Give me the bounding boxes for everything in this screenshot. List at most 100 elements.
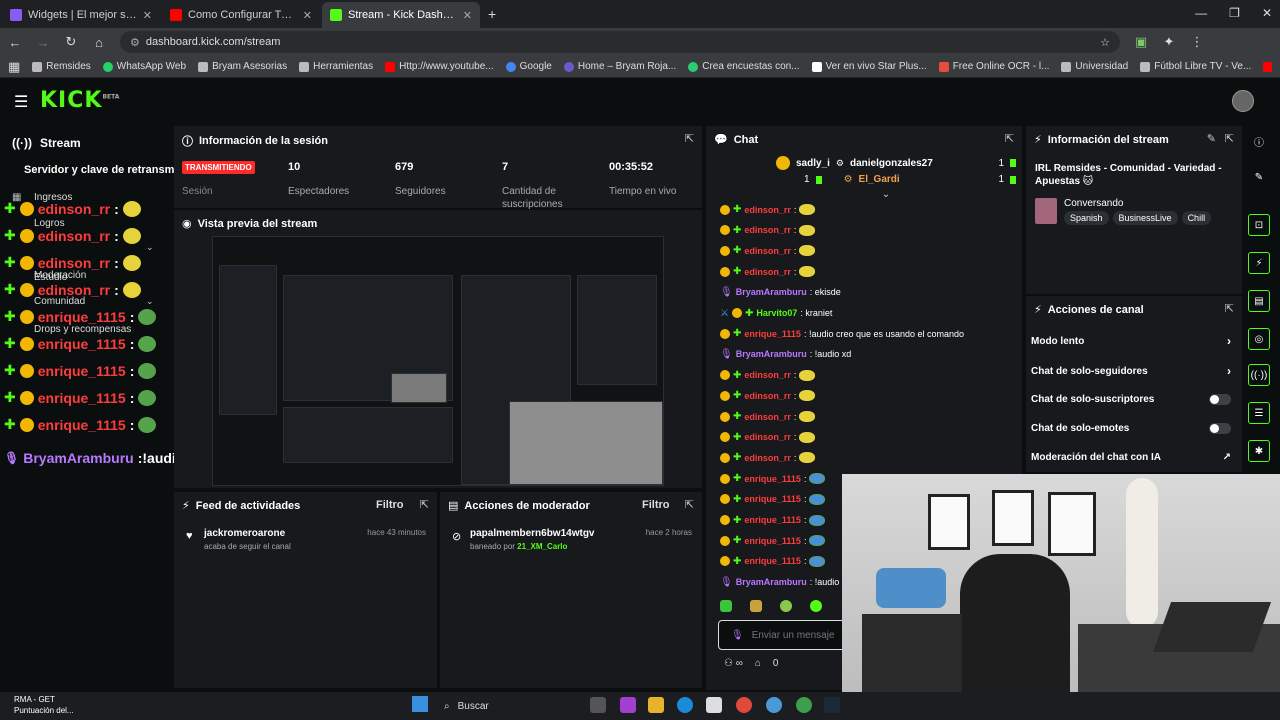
list-icon[interactable]: ▤ [1248,290,1270,312]
chat-username[interactable]: enrique_1115 [744,515,801,525]
wrench-icon[interactable]: ✱ [1248,440,1270,462]
tab-kick-dashboard[interactable]: Stream - Kick Dashboard ✕ [322,2,480,28]
task-view-icon[interactable] [590,697,606,713]
chat-username[interactable]: enrique_1115 [744,494,801,504]
menu-icon[interactable]: ⋮ [1190,34,1204,50]
site-info-icon[interactable]: ⚙ [130,36,140,49]
chat-username[interactable]: edinson_rr [744,412,791,422]
leader-name[interactable]: danielgonzales27 [850,158,933,169]
youtube-icon[interactable] [1263,61,1272,72]
file-explorer-icon[interactable] [648,697,664,713]
minimize-icon[interactable]: — [1195,6,1207,20]
new-tab-icon[interactable]: + [488,6,496,22]
tab-widgets[interactable]: Widgets | El mejor software pa ✕ [2,2,160,28]
leader-name[interactable]: El_Gardi [859,174,900,185]
store-icon[interactable]: ⌂ [755,658,761,669]
broadcast-icon[interactable]: ((·)) [1248,364,1270,386]
popout-icon[interactable]: ⇱ [420,498,429,511]
popout-icon[interactable]: ⇱ [1225,132,1234,145]
bookmark-item[interactable]: Fútbol Libre TV - Ve... [1140,61,1251,72]
forward-icon[interactable]: → [36,35,50,50]
subscribers-only-toggle[interactable] [1209,394,1231,405]
bookmark-item[interactable]: Bryam Asesorias [198,61,287,72]
user-avatar[interactable] [1232,90,1254,112]
apps-icon[interactable]: ▦ [8,59,20,75]
pencil-icon[interactable]: ✎ [1248,166,1270,188]
bookmark-star-icon[interactable]: ☆ [1100,36,1110,49]
expand-chevron-icon[interactable]: ⌄ [756,189,1016,200]
store-icon[interactable] [706,697,722,713]
close-window-icon[interactable]: ✕ [1262,6,1272,20]
bookmark-item[interactable]: Http://www.youtube... [385,61,494,72]
edge-icon[interactable] [677,697,693,713]
close-icon[interactable]: ✕ [143,9,152,22]
sidebar-item-moderacion[interactable]: Moderación [34,270,86,281]
puzzle-icon[interactable]: ✦ [1162,34,1176,50]
maximize-icon[interactable]: ❐ [1229,6,1240,20]
chat-username[interactable]: enrique_1115 [744,536,801,546]
chat-username[interactable]: edinson_rr [744,246,791,256]
chrome-icon[interactable] [796,697,812,713]
chrome-icon[interactable] [736,697,752,713]
chevron-down-icon[interactable]: ⌄ [146,242,154,253]
sidebar-item-server-key[interactable]: Servidor y clave de retransm [24,164,174,176]
chat-username[interactable]: BryamAramburu [736,287,807,297]
chat-message-input[interactable] [751,629,852,641]
filter-button[interactable]: Filtro [642,499,670,511]
popout-icon[interactable]: ⇱ [685,132,694,145]
layout-icon[interactable]: ⊡ [1248,214,1270,236]
tab-youtube[interactable]: Como Configurar Tu Chat de V ✕ [162,2,320,28]
taskbar-search[interactable]: ⌕ Buscar [440,696,580,716]
chat-username[interactable]: edinson_rr [744,370,791,380]
chat-icon[interactable]: ◎ [1248,328,1270,350]
action-ai-moderation[interactable]: Moderación del chat con IA ↗ [1031,452,1231,463]
extension-icon[interactable]: ▣ [1134,34,1148,50]
kick-logo[interactable]: KICKBETA [40,88,119,113]
chat-username[interactable]: edinson_rr [744,391,791,401]
chat-username[interactable]: Harvito07 [756,308,797,318]
app-icon[interactable] [620,697,636,713]
edit-pencil-icon[interactable]: ✎ [1207,132,1216,145]
taskbar-widget[interactable]: RMA - GET Puntuación del... [14,694,74,716]
bookmark-item[interactable]: Crea encuestas con... [688,61,800,72]
stream-preview-video[interactable] [212,236,664,486]
popout-icon[interactable]: ⇱ [1225,302,1234,315]
popout-icon[interactable]: ⇱ [685,498,694,511]
windows-start-icon[interactable] [412,696,428,712]
chat-username[interactable]: edinson_rr [744,205,791,215]
bookmark-item[interactable]: Universidad [1061,61,1128,72]
bookmark-item[interactable]: WhatsApp Web [102,61,186,72]
bolt-icon[interactable]: ⚡ [1248,252,1270,274]
bookmark-item[interactable]: Google [505,61,552,72]
chevron-down-icon[interactable]: ⌄ [146,296,154,307]
bookmark-item[interactable]: Home – Bryam Roja... [563,61,676,72]
bookmark-item[interactable]: Herramientas [299,61,373,72]
home-icon[interactable]: ⌂ [92,35,106,50]
sidebar-item-stream[interactable]: ((·)) Stream [12,136,81,150]
chat-username[interactable]: enrique_1115 [744,329,801,339]
bookmark-item[interactable]: Ver en vivo Star Plus... [811,61,927,72]
emotes-only-toggle[interactable] [1209,423,1231,434]
bookmark-item[interactable]: Remsides [32,61,91,72]
chat-username[interactable]: edinson_rr [744,453,791,463]
action-followers-only[interactable]: Chat de solo-seguidores › [1031,364,1231,378]
chat-username[interactable]: BryamAramburu [736,349,807,359]
chat-username[interactable]: edinson_rr [744,225,791,235]
action-slow-mode[interactable]: Modo lento › [1031,334,1231,348]
emote-icon[interactable] [720,600,732,612]
chat-username[interactable]: BryamAramburu [736,577,807,587]
close-icon[interactable]: ✕ [303,9,312,22]
popout-icon[interactable]: ⇱ [1005,132,1014,145]
close-icon[interactable]: ✕ [463,9,472,22]
emote-icon[interactable] [750,600,762,612]
emote-icon[interactable] [810,600,822,612]
emote-icon[interactable] [780,600,792,612]
address-bar[interactable]: ⚙ dashboard.kick.com/stream ☆ [120,31,1120,53]
chat-username[interactable]: enrique_1115 [744,474,801,484]
chat-username[interactable]: edinson_rr [744,267,791,277]
leader-name[interactable]: sadly_i [796,158,830,169]
back-icon[interactable]: ← [8,35,22,50]
sidebar-item-drops[interactable]: Drops y recompensas [34,324,131,335]
reload-icon[interactable]: ↻ [64,34,78,50]
bookmark-item[interactable]: Free Online OCR - l... [938,61,1049,72]
